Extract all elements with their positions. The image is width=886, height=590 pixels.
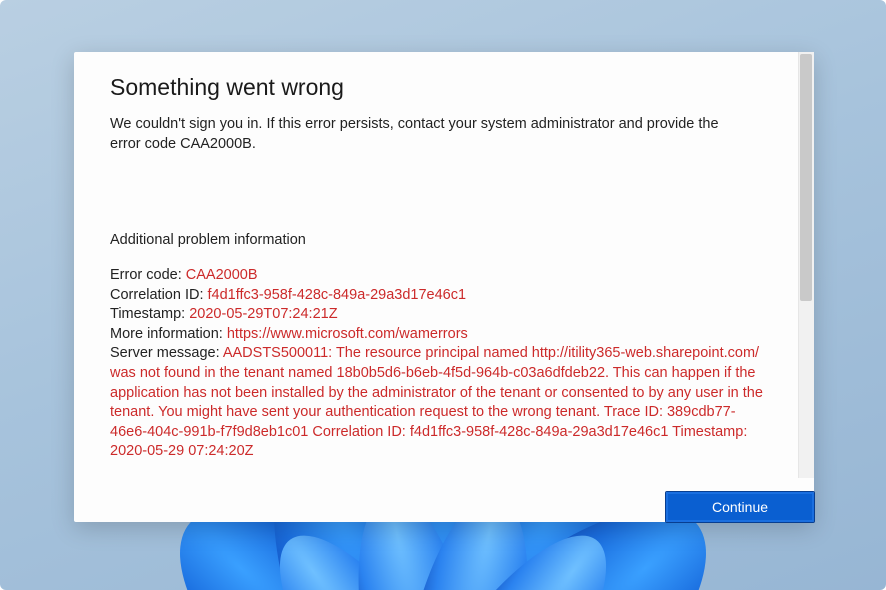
dialog-summary: We couldn't sign you in. If this error p… — [110, 115, 750, 154]
error-code-label: Error code: — [110, 267, 186, 283]
desktop-background: Something went wrong We couldn't sign yo… — [0, 0, 886, 590]
scrollbar-thumb[interactable] — [800, 54, 812, 301]
timestamp-line: Timestamp: 2020-05-29T07:24:21Z — [110, 305, 770, 325]
more-info-value: https://www.microsoft.com/wamerrors — [227, 326, 468, 342]
more-info-label: More information: — [110, 326, 227, 342]
timestamp-label: Timestamp: — [110, 306, 189, 322]
server-message-label: Server message: — [110, 345, 223, 361]
server-message-line: Server message: AADSTS500011: The resour… — [110, 344, 770, 461]
dialog-content-area: Something went wrong We couldn't sign yo… — [74, 52, 814, 478]
additional-info-heading: Additional problem information — [110, 232, 778, 248]
spacer — [110, 154, 778, 232]
timestamp-value: 2020-05-29T07:24:21Z — [189, 306, 337, 322]
error-code-value: CAA2000B — [186, 267, 258, 283]
correlation-id-label: Correlation ID: — [110, 287, 208, 303]
correlation-id-line: Correlation ID: f4d1ffc3-958f-428c-849a-… — [110, 286, 770, 306]
dialog-footer: Continue — [74, 478, 814, 522]
problem-detail-list: Error code: CAA2000B Correlation ID: f4d… — [110, 266, 770, 462]
continue-button[interactable]: Continue — [666, 492, 814, 522]
scrollbar-track[interactable] — [798, 52, 814, 478]
server-message-value: AADSTS500011: The resource principal nam… — [110, 345, 763, 459]
more-info-line: More information: https://www.microsoft.… — [110, 325, 770, 345]
error-dialog: Something went wrong We couldn't sign yo… — [74, 52, 814, 522]
error-code-line: Error code: CAA2000B — [110, 266, 770, 286]
correlation-id-value: f4d1ffc3-958f-428c-849a-29a3d17e46c1 — [208, 287, 467, 303]
dialog-title: Something went wrong — [110, 74, 778, 101]
